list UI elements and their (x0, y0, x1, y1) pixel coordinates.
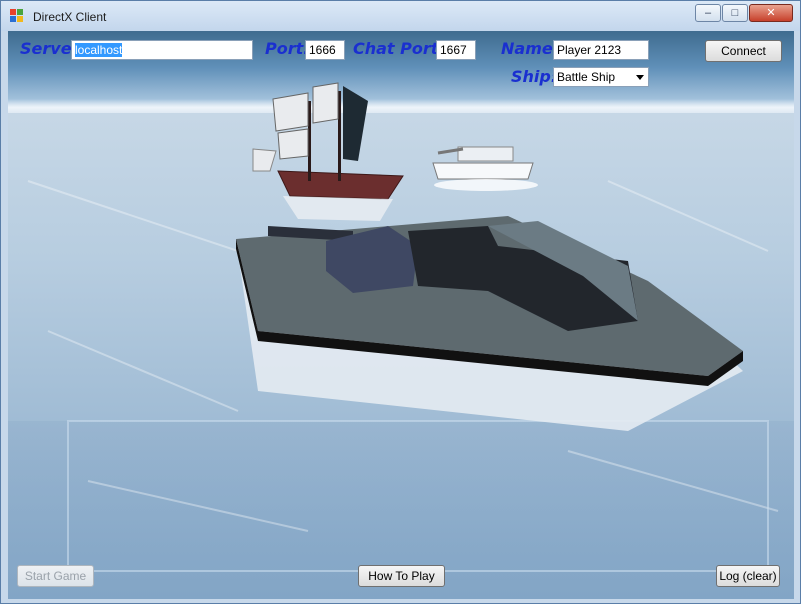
window-title: DirectX Client (33, 10, 107, 24)
name-label: Name: (501, 39, 560, 58)
chevron-down-icon (636, 75, 644, 80)
ship-select-value: Battle Ship (557, 70, 616, 84)
ship-label: Ship: (511, 67, 558, 86)
chat-port-input-value: 1667 (440, 43, 467, 57)
how-to-play-button[interactable]: How To Play (358, 565, 445, 587)
close-icon: ✕ (766, 7, 776, 19)
battle-ship (236, 216, 743, 431)
maximize-button[interactable]: □ (722, 4, 748, 22)
pirate-ship (252, 82, 404, 221)
port-input-value: 1666 (309, 43, 336, 57)
game-scene (27, 82, 779, 572)
name-input[interactable]: Player 2123 (553, 40, 649, 60)
minimize-icon: – (704, 7, 712, 19)
game-viewport[interactable]: Server: localhost Port: 1666 Chat Port: … (8, 31, 794, 599)
chat-port-input[interactable]: 1667 (436, 40, 476, 60)
app-window: DirectX Client – □ ✕ Server: localhost P… (0, 0, 801, 604)
server-input-value: localhost (75, 43, 123, 57)
port-label: Port: (265, 39, 310, 58)
port-input[interactable]: 1666 (305, 40, 345, 60)
name-input-value: Player 2123 (557, 43, 622, 57)
submarine (432, 146, 538, 191)
app-icon (10, 9, 23, 22)
maximize-icon: □ (731, 7, 739, 19)
ship-select[interactable]: Battle Ship (553, 67, 649, 87)
title-bar[interactable]: DirectX Client – □ ✕ (1, 1, 800, 31)
log-clear-button[interactable]: Log (clear) (716, 565, 780, 587)
minimize-button[interactable]: – (695, 4, 721, 22)
server-input[interactable]: localhost (71, 40, 253, 60)
grid-outline (67, 420, 769, 572)
start-game-button[interactable]: Start Game (17, 565, 94, 587)
chat-port-label: Chat Port: (353, 39, 445, 58)
connect-button[interactable]: Connect (705, 40, 782, 62)
close-button[interactable]: ✕ (749, 4, 793, 22)
